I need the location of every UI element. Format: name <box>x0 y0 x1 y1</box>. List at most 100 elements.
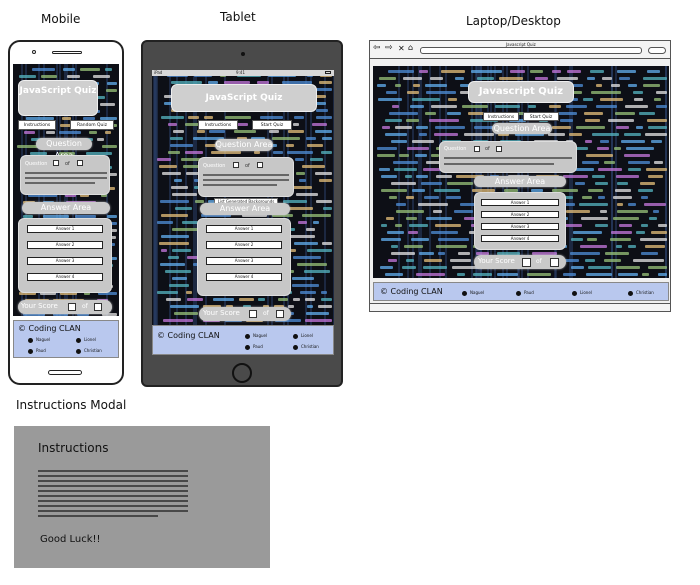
code-texture-line <box>377 84 386 87</box>
tablet-score-box <box>249 310 257 318</box>
home-icon[interactable]: ⌂ <box>408 43 413 52</box>
close-icon[interactable]: ✕ <box>398 44 405 53</box>
code-texture-line <box>571 266 584 269</box>
desktop-start-button[interactable]: Start Quiz <box>523 112 559 121</box>
tablet-instructions-button[interactable]: Instructions <box>198 120 238 130</box>
code-texture-line <box>170 144 193 147</box>
mobile-question-text-2 <box>25 177 107 179</box>
tablet-member-1[interactable]: Naguel <box>245 333 267 339</box>
code-texture-line <box>455 77 464 80</box>
mobile-member-4[interactable]: Christian <box>76 348 102 354</box>
desktop-answer-3[interactable]: Answer 3 <box>481 223 559 230</box>
code-texture-line <box>310 158 323 161</box>
tablet-answer-1[interactable]: Answer 1 <box>206 225 282 233</box>
mobile-member-3[interactable]: Paud <box>28 348 46 354</box>
modal-heading: Instructions <box>38 441 109 455</box>
tablet-start-button[interactable]: Start Quiz <box>252 120 292 130</box>
code-texture-line <box>160 200 189 203</box>
modal-text-line <box>38 495 188 497</box>
code-texture-line <box>425 112 436 115</box>
desktop-member-4[interactable]: Christian <box>628 290 654 296</box>
code-texture-line <box>392 105 399 108</box>
code-texture-line <box>596 105 617 108</box>
mobile-member-1[interactable]: Naguel <box>28 337 50 343</box>
code-texture-line <box>560 119 573 122</box>
code-texture-line <box>278 298 288 301</box>
instructions-modal: Instructions Good Luck!! <box>14 426 270 568</box>
mobile-answer-1[interactable]: Answer 1 <box>27 225 103 233</box>
code-texture-stripe <box>333 70 334 332</box>
tablet-member-3[interactable]: Paud <box>245 344 263 350</box>
code-texture-line <box>316 116 332 119</box>
desktop-answer-2[interactable]: Answer 2 <box>481 211 559 218</box>
tablet-footer: © Coding CLAN Naguel Lionel Paud Christi… <box>152 325 334 355</box>
mobile-home-button[interactable] <box>48 370 82 375</box>
desktop-score-box <box>522 258 531 267</box>
mobile-answer-3[interactable]: Answer 3 <box>27 257 103 265</box>
tablet-home-button[interactable] <box>232 363 252 383</box>
tablet-member-4[interactable]: Christian <box>293 344 319 350</box>
mobile-footer: © Coding CLAN Naguel Lionel Paud Christi… <box>13 320 119 358</box>
desktop-member-2[interactable]: Paud <box>516 290 534 296</box>
code-texture-line <box>582 196 592 199</box>
back-icon[interactable]: ⇦ <box>373 43 381 53</box>
code-texture-line <box>306 137 316 140</box>
code-texture-line <box>614 147 621 150</box>
mobile-answer-2[interactable]: Answer 2 <box>27 241 103 249</box>
search-box[interactable] <box>648 47 666 54</box>
code-texture-line <box>454 210 473 213</box>
desktop-answer-4[interactable]: Answer 4 <box>481 235 559 242</box>
github-icon <box>76 348 81 354</box>
code-texture-line <box>424 196 439 199</box>
code-texture-line <box>292 277 314 280</box>
mobile-answer-4[interactable]: Answer 4 <box>27 273 103 281</box>
code-texture-line <box>552 126 571 129</box>
code-texture-line <box>297 263 327 266</box>
code-texture-line <box>636 126 643 129</box>
desktop-member-1[interactable]: Naguel <box>462 290 484 296</box>
tablet-answer-2[interactable]: Answer 2 <box>206 241 282 249</box>
code-texture-line <box>102 145 117 148</box>
code-texture-line <box>389 112 418 115</box>
mobile-label: Mobile <box>41 12 81 26</box>
forward-icon[interactable]: ⇨ <box>385 43 393 53</box>
desktop-member-3[interactable]: Lionel <box>572 290 592 296</box>
desktop-instructions-button[interactable]: Instructions <box>483 112 519 121</box>
address-bar[interactable] <box>420 47 642 54</box>
desktop-footer: © Coding CLAN Naguel Paud Lionel Christi… <box>373 282 669 301</box>
code-texture-line <box>563 273 576 276</box>
code-texture-line <box>385 119 402 122</box>
mobile-member-2[interactable]: Lionel <box>76 337 96 343</box>
desktop-answer-1[interactable]: Answer 1 <box>481 199 559 206</box>
code-texture-line <box>100 103 115 106</box>
code-texture-line <box>617 210 648 213</box>
mobile-start-button[interactable]: Random Quiz <box>70 120 114 130</box>
code-texture-line <box>586 273 612 276</box>
code-texture-line <box>642 273 649 276</box>
github-icon <box>628 290 633 296</box>
mobile-question-text-3 <box>25 182 95 184</box>
tablet-label: Tablet <box>220 10 256 24</box>
desktop-question-text-2 <box>444 163 554 165</box>
desktop-label: Laptop/Desktop <box>466 14 561 28</box>
tablet-member-2[interactable]: Lionel <box>293 333 313 339</box>
tablet-score-pill: Your Score of <box>199 307 291 321</box>
code-texture-line <box>319 179 332 182</box>
desktop-question-panel: Question of <box>439 141 577 173</box>
code-texture-line <box>648 266 667 269</box>
code-texture-line <box>305 298 315 301</box>
code-texture-line <box>588 189 603 192</box>
tablet-answer-3[interactable]: Answer 3 <box>206 257 282 265</box>
code-texture-line <box>172 193 197 196</box>
code-texture-line <box>406 259 414 262</box>
modal-text-line <box>38 485 188 487</box>
mobile-instructions-button[interactable]: Instructions <box>18 120 56 130</box>
code-texture-line <box>305 319 332 322</box>
code-texture-line <box>585 259 595 262</box>
desktop-statusbar <box>370 303 670 311</box>
mobile-score-total-box <box>94 303 102 311</box>
code-texture-line <box>528 105 536 108</box>
tablet-answer-4[interactable]: Answer 4 <box>206 273 282 281</box>
code-texture-line <box>645 245 665 248</box>
code-texture-line <box>636 231 645 234</box>
